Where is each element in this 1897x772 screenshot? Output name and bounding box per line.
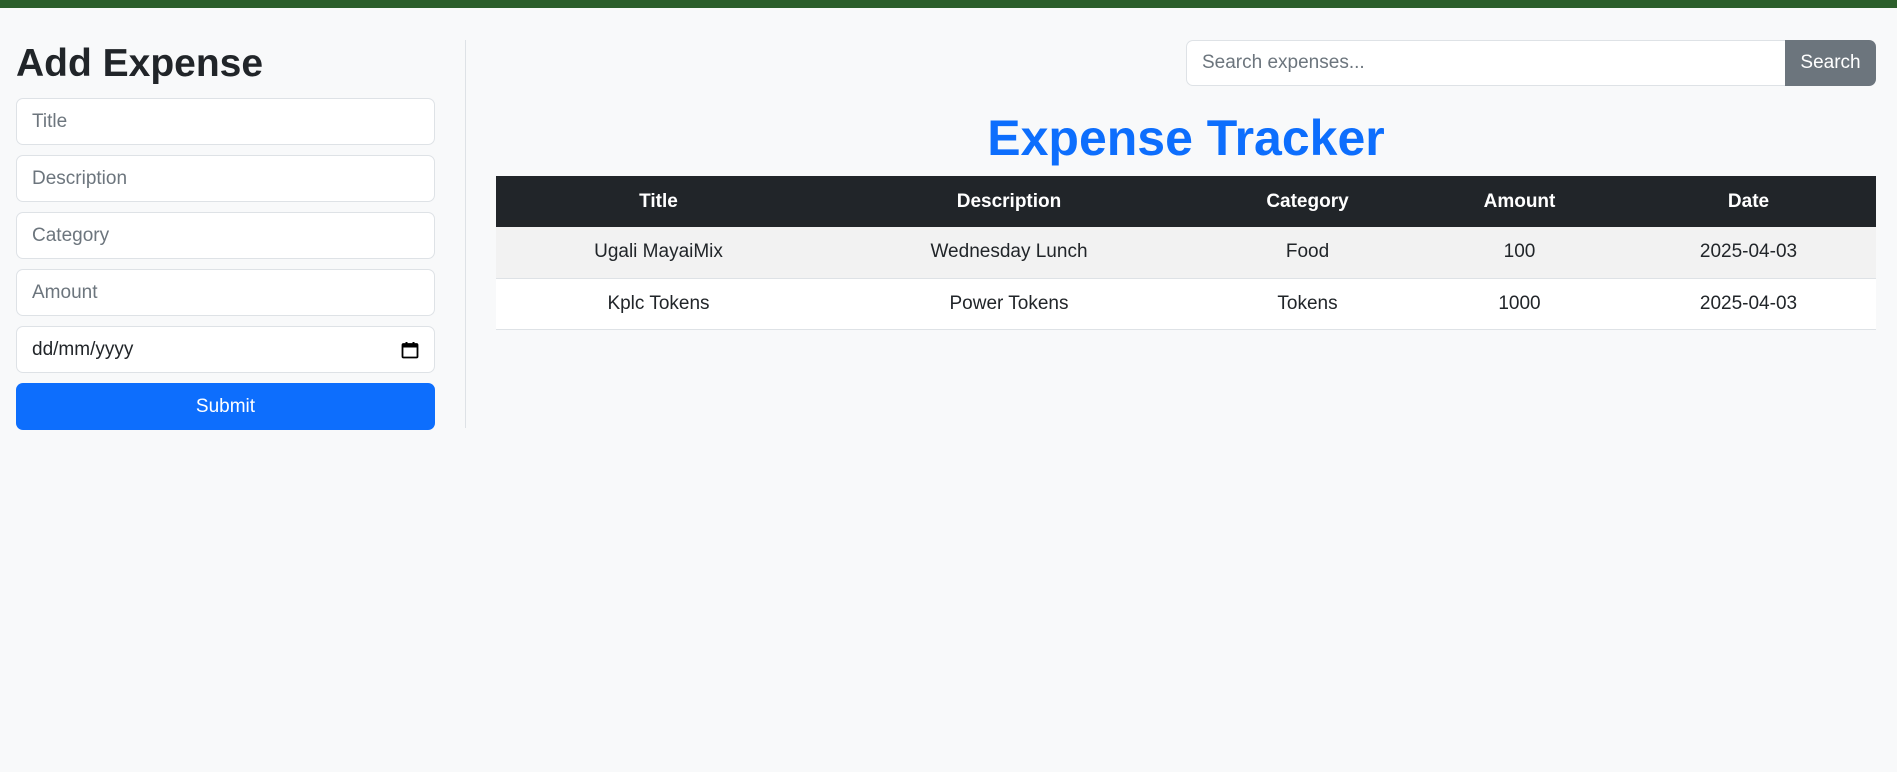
- cell-category: Tokens: [1197, 278, 1418, 330]
- amount-field[interactable]: Amount: [16, 269, 435, 316]
- date-field[interactable]: dd/mm/yyyy: [16, 326, 435, 373]
- form-heading: Add Expense: [16, 42, 264, 85]
- top-accent-bar: [0, 0, 1897, 8]
- add-expense-form: Add Expense Title Description Category A…: [16, 38, 435, 430]
- column-header-amount: Amount: [1418, 176, 1621, 227]
- cell-title: Ugali MayaiMix: [496, 227, 821, 279]
- cell-date: 2025-04-03: [1621, 227, 1876, 279]
- table-row: Kplc Tokens Power Tokens Tokens 1000 202…: [496, 278, 1876, 330]
- date-placeholder: dd/mm/yyyy: [32, 338, 134, 360]
- cell-amount: 100: [1418, 227, 1621, 279]
- title-placeholder: Title: [32, 110, 68, 132]
- calendar-icon[interactable]: [401, 341, 419, 359]
- search-input[interactable]: Search expenses...: [1186, 40, 1785, 86]
- category-placeholder: Category: [32, 224, 110, 246]
- cell-date: 2025-04-03: [1621, 278, 1876, 330]
- cell-title: Kplc Tokens: [496, 278, 821, 330]
- expenses-table: Title Description Category Amount Date U…: [496, 176, 1876, 330]
- column-header-description: Description: [821, 176, 1197, 227]
- column-header-date: Date: [1621, 176, 1876, 227]
- cell-description: Power Tokens: [821, 278, 1197, 330]
- column-header-category: Category: [1197, 176, 1418, 227]
- description-placeholder: Description: [32, 167, 128, 189]
- search-button[interactable]: Search: [1785, 40, 1876, 86]
- column-header-title: Title: [496, 176, 821, 227]
- table-header-row: Title Description Category Amount Date: [496, 176, 1876, 227]
- search-placeholder: Search expenses...: [1202, 52, 1365, 73]
- submit-button[interactable]: Submit: [16, 383, 435, 430]
- description-field[interactable]: Description: [16, 155, 435, 202]
- title-field[interactable]: Title: [16, 98, 435, 145]
- category-field[interactable]: Category: [16, 212, 435, 259]
- cell-amount: 1000: [1418, 278, 1621, 330]
- amount-placeholder: Amount: [32, 281, 98, 303]
- table-row: Ugali MayaiMix Wednesday Lunch Food 100 …: [496, 227, 1876, 279]
- vertical-divider: [465, 40, 466, 428]
- cell-category: Food: [1197, 227, 1418, 279]
- search-bar: Search expenses... Search: [1186, 40, 1876, 86]
- page-title: Expense Tracker: [987, 110, 1385, 166]
- cell-description: Wednesday Lunch: [821, 227, 1197, 279]
